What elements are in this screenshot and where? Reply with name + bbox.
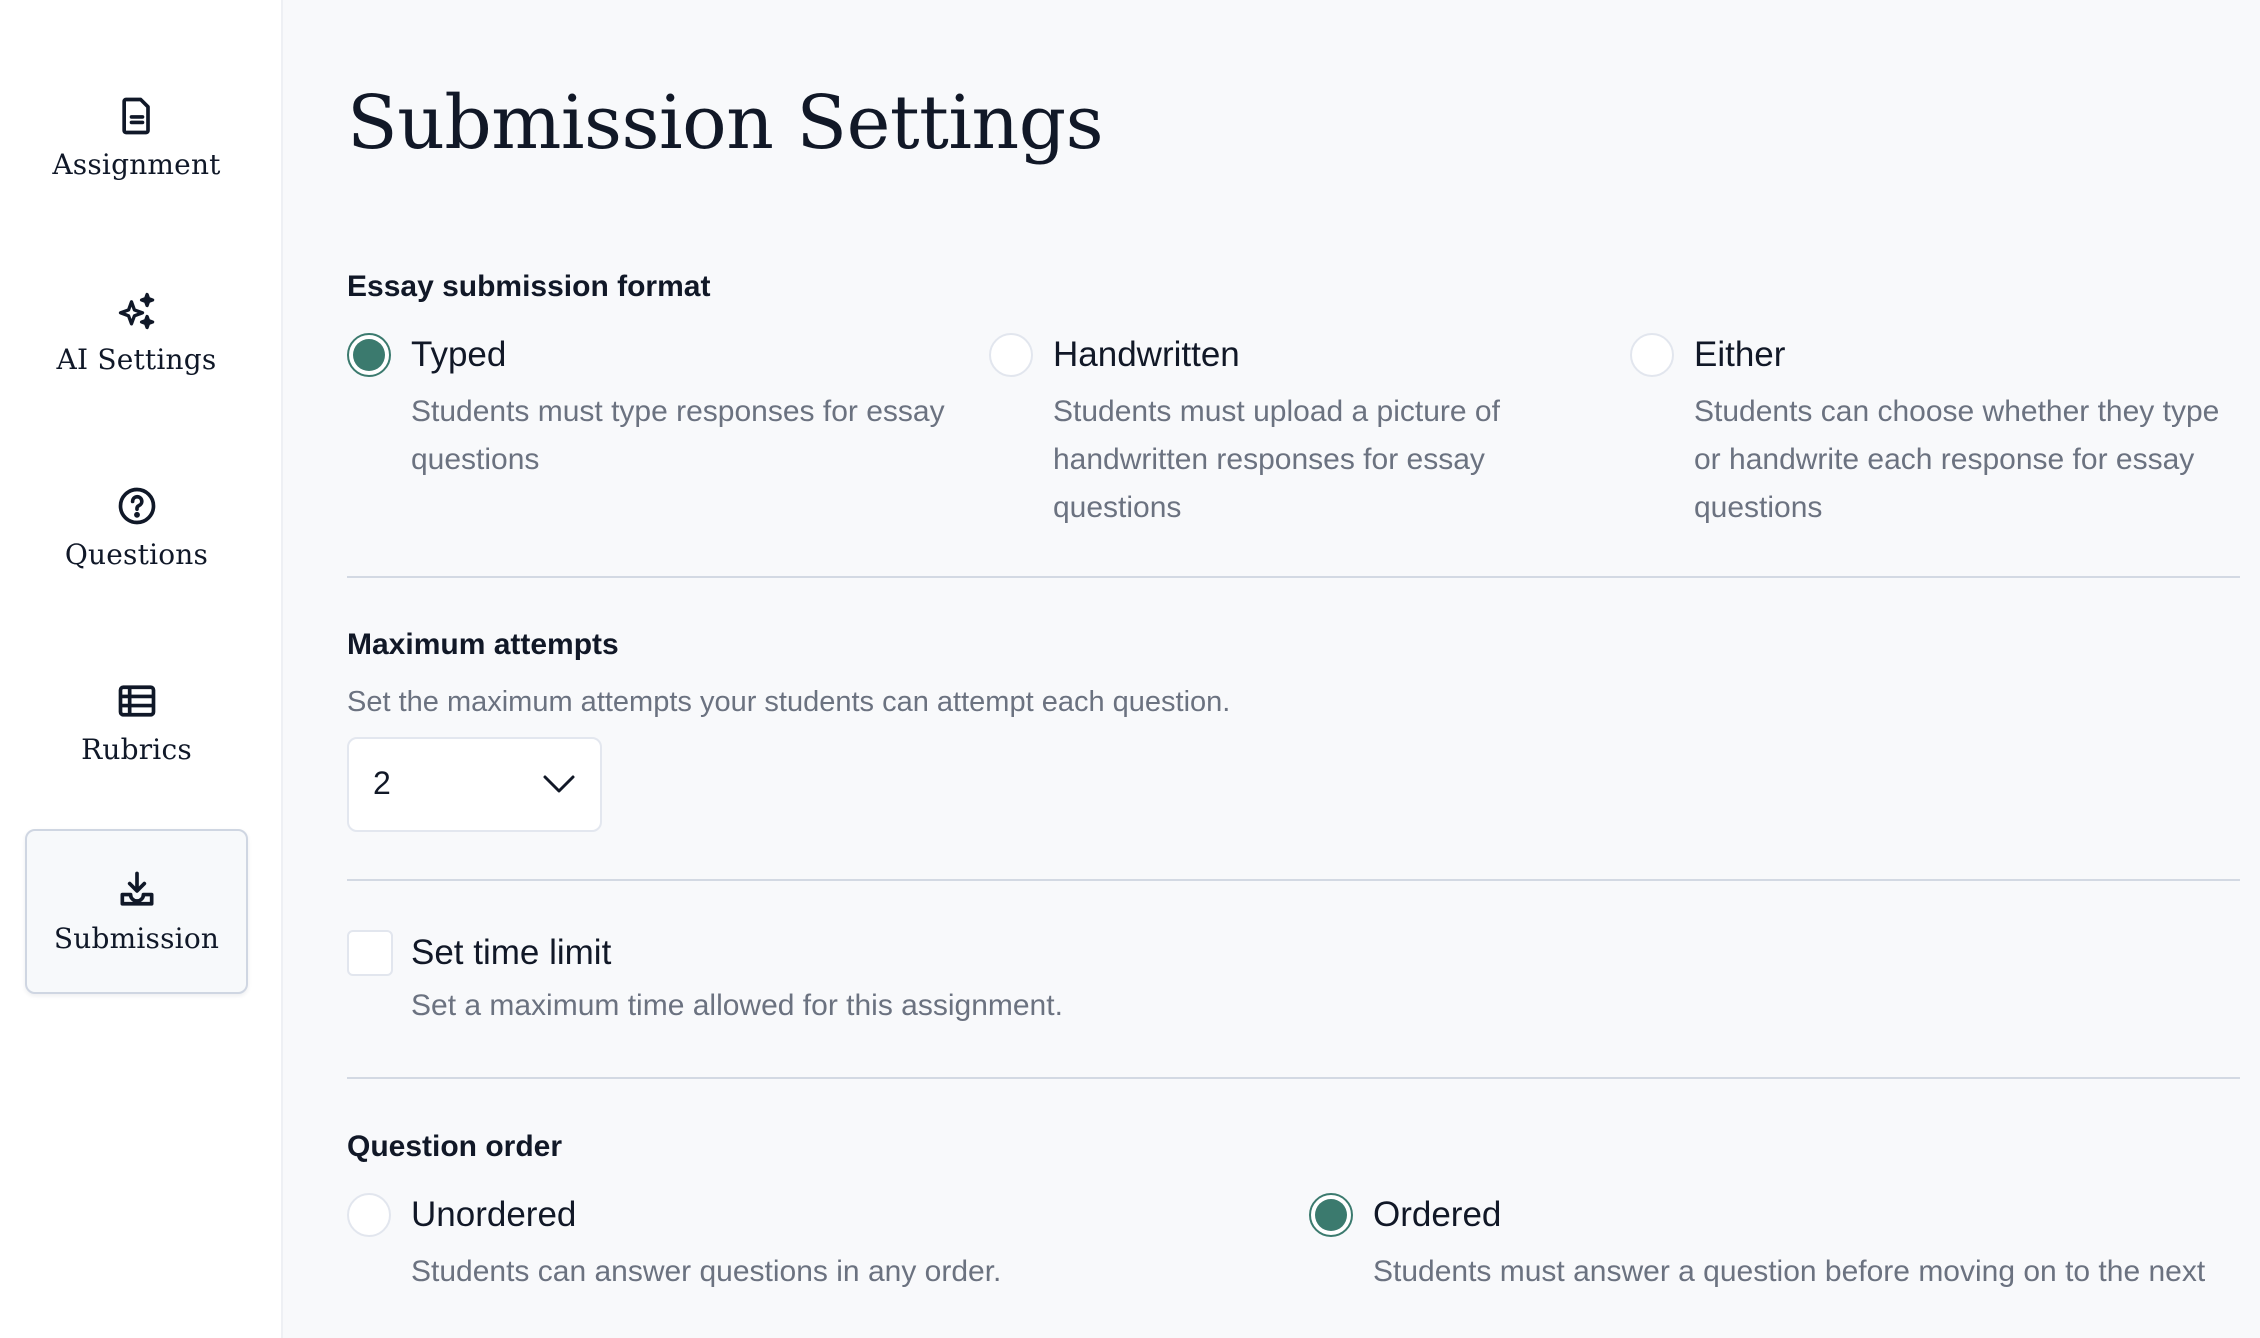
radio-unordered[interactable] — [347, 1193, 391, 1237]
option-title: Ordered — [1373, 1195, 1502, 1234]
option-title: Unordered — [411, 1195, 577, 1234]
table-icon — [118, 685, 155, 717]
sidebar: Assignment AI Settings Questions Rubrics… — [0, 0, 283, 1338]
sidebar-item-ai-settings[interactable]: AI Settings — [25, 250, 248, 415]
radio-typed[interactable] — [347, 333, 391, 377]
max-attempts-label: Maximum attempts — [347, 628, 619, 661]
document-icon — [121, 97, 150, 135]
option-title: Either — [1694, 335, 1786, 374]
essay-format-label: Essay submission format — [347, 270, 711, 303]
chevron-down-icon — [543, 775, 575, 793]
option-title: Typed — [411, 335, 507, 374]
divider — [347, 1077, 2240, 1079]
max-attempts-help: Set the maximum attempts your students c… — [347, 686, 1231, 718]
sidebar-item-label: Rubrics — [81, 733, 192, 766]
select-value: 2 — [373, 765, 391, 801]
divider — [347, 576, 2240, 578]
question-order-label: Question order — [347, 1130, 563, 1163]
max-attempts-select[interactable]: 2 — [347, 737, 602, 832]
option-title: Handwritten — [1053, 335, 1240, 374]
radio-handwritten[interactable] — [989, 333, 1033, 377]
sidebar-item-label: AI Settings — [56, 343, 217, 376]
time-limit-checkbox[interactable] — [347, 930, 393, 976]
page-title: Submission Settings — [347, 80, 1104, 166]
option-description: Students can choose whether they type or… — [1694, 395, 2220, 524]
sidebar-item-label: Assignment — [52, 148, 221, 181]
radio-either[interactable] — [1630, 333, 1674, 377]
sidebar-item-assignment[interactable]: Assignment — [25, 55, 248, 220]
time-limit-help: Set a maximum time allowed for this assi… — [411, 989, 1063, 1022]
sidebar-item-submission[interactable]: Submission — [25, 829, 248, 994]
sidebar-item-label: Submission — [53, 922, 220, 955]
option-description: Students must type responses for essay q… — [411, 395, 945, 476]
option-description: Students must upload a picture of handwr… — [1053, 395, 1500, 524]
question-circle-icon — [118, 487, 155, 525]
radio-ordered[interactable] — [1309, 1193, 1353, 1237]
time-limit-label: Set time limit — [411, 933, 612, 972]
sidebar-item-questions[interactable]: Questions — [25, 445, 248, 610]
sidebar-item-rubrics[interactable]: Rubrics — [25, 640, 248, 805]
sidebar-item-label: Questions — [64, 538, 209, 571]
divider — [347, 879, 2240, 881]
option-description: Students must answer a question before m… — [1373, 1255, 2206, 1288]
sparkles-icon — [118, 292, 154, 330]
option-description: Students can answer questions in any ord… — [411, 1255, 1002, 1288]
download-tray-icon — [120, 871, 153, 906]
